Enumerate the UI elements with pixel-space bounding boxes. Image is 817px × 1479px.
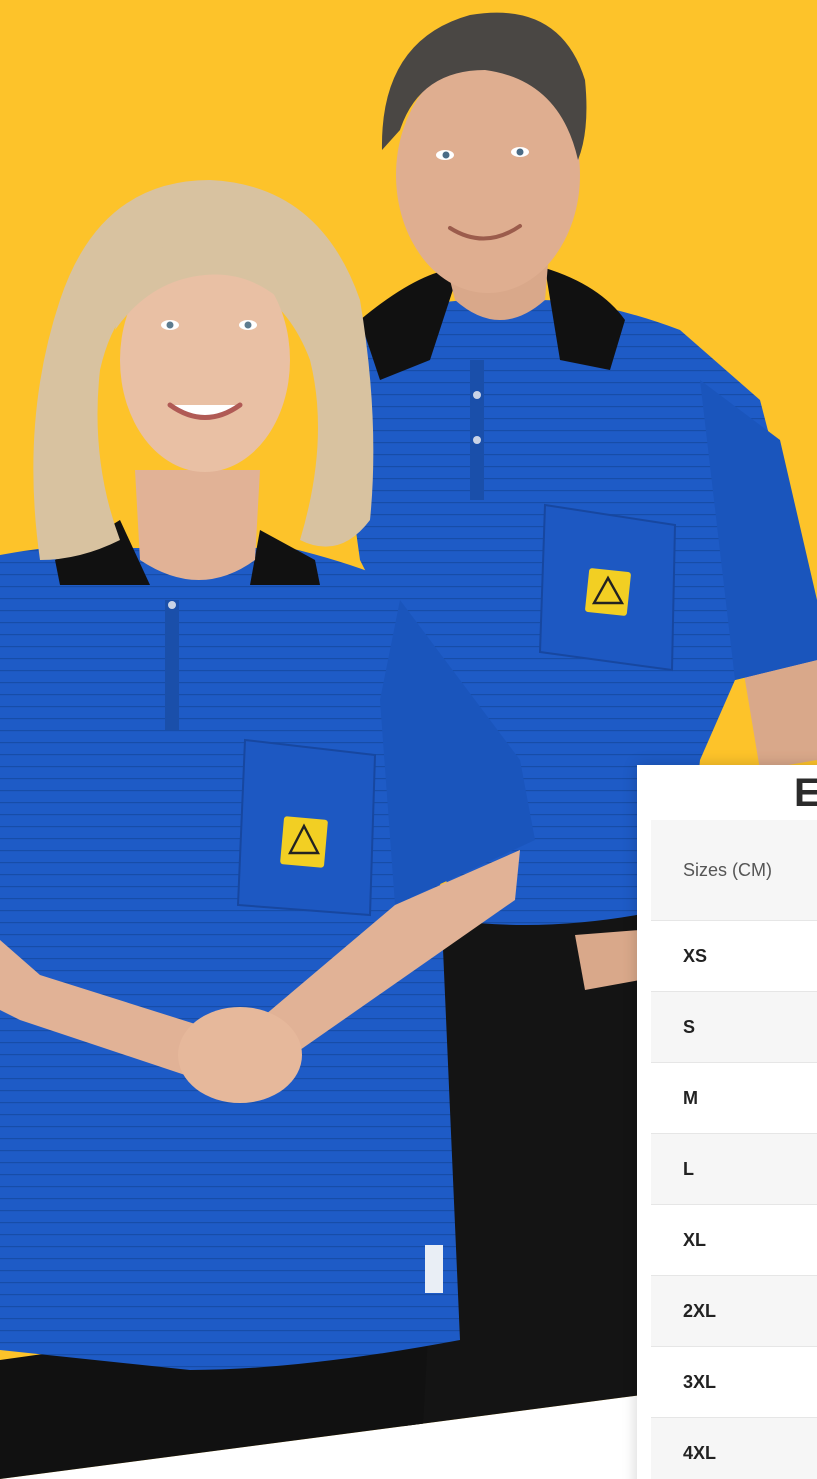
table-row: 2XL	[651, 1275, 817, 1347]
size-cell: S	[651, 991, 817, 1063]
size-cell: M	[651, 1062, 817, 1134]
size-chart-header-row: Sizes (CM)	[651, 820, 817, 921]
size-cell: 2XL	[651, 1275, 817, 1347]
size-cell: XL	[651, 1204, 817, 1276]
size-chart-card: E Sizes (CM) XS S M L XL 2XL 3XL 4XL	[637, 765, 817, 1479]
table-row: 3XL	[651, 1346, 817, 1418]
size-cell: 4XL	[651, 1417, 817, 1479]
table-row: 4XL	[651, 1417, 817, 1479]
size-chart-title: E	[794, 771, 817, 815]
table-row: XS	[651, 920, 817, 992]
table-row: XL	[651, 1204, 817, 1276]
table-row: M	[651, 1062, 817, 1134]
table-row: S	[651, 991, 817, 1063]
esd-badge-icon	[280, 816, 328, 868]
esd-badge-icon	[585, 568, 631, 616]
table-row: L	[651, 1133, 817, 1205]
size-cell: L	[651, 1133, 817, 1205]
product-hero: E Sizes (CM) XS S M L XL 2XL 3XL 4XL	[0, 0, 817, 1479]
size-cell: 3XL	[651, 1346, 817, 1418]
size-cell: XS	[651, 920, 817, 992]
size-column-header: Sizes (CM)	[651, 820, 817, 921]
size-chart-table: Sizes (CM) XS S M L XL 2XL 3XL 4XL	[651, 820, 817, 1479]
